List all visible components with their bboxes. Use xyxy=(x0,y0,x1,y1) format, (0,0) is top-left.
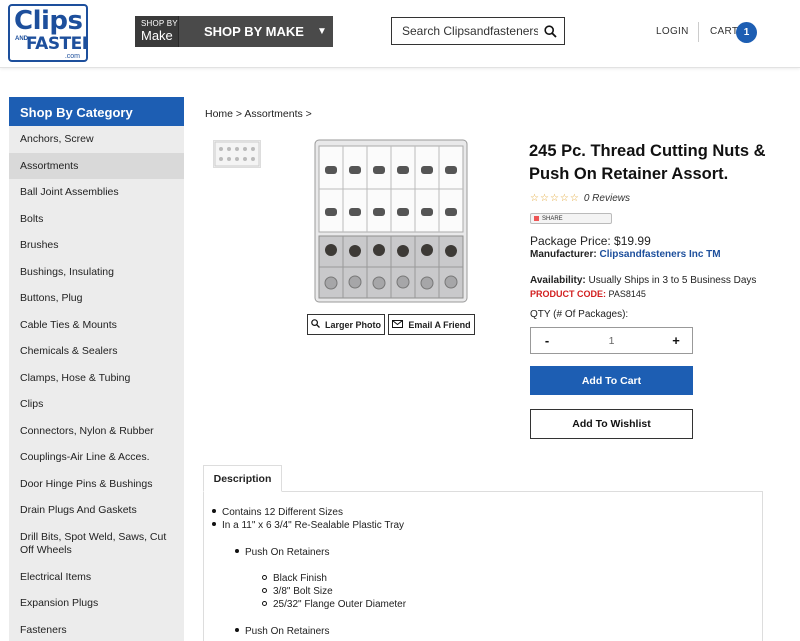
sidebar-item-door-hinge[interactable]: Door Hinge Pins & Bushings xyxy=(9,471,184,498)
breadcrumb[interactable]: Home > Assortments > xyxy=(205,108,312,120)
cart-count-badge[interactable]: 1 xyxy=(736,22,757,43)
larger-photo-button[interactable]: Larger Photo xyxy=(307,314,385,335)
manufacturer-link[interactable]: Clipsandfasteners Inc TM xyxy=(599,249,720,260)
decrease-quantity-button[interactable]: - xyxy=(531,333,563,348)
product-code-label: PRODUCT CODE: xyxy=(530,289,606,299)
sidebar-item-fasteners[interactable]: Fasteners xyxy=(9,617,184,641)
list-item-text: Push On Retainers xyxy=(245,547,330,558)
star-icon: ☆ xyxy=(539,193,549,204)
star-icon: ☆ xyxy=(569,193,579,204)
shop-by-make-dropdown[interactable]: SHOP BY Make SHOP BY MAKE ▼ xyxy=(135,16,333,47)
envelope-icon xyxy=(392,319,404,330)
quantity-label: QTY (# Of Packages): xyxy=(530,309,629,320)
list-item: Push On Retainers xyxy=(235,626,330,637)
star-icon: ☆ xyxy=(530,193,539,204)
search-input[interactable] xyxy=(392,24,538,38)
rating-stars[interactable]: ☆ ☆ ☆ ☆ ☆ 0 Reviews xyxy=(530,193,630,204)
sidebar-item-connectors[interactable]: Connectors, Nylon & Rubber xyxy=(9,418,184,445)
availability-label: Availability: xyxy=(530,275,586,286)
logo-text-fasteners: FASTENERS xyxy=(26,34,86,54)
list-item-text: Black Finish xyxy=(273,573,327,584)
logo-text: Clips xyxy=(14,6,83,36)
sidebar-item-drain-plugs[interactable]: Drain Plugs And Gaskets xyxy=(9,497,184,524)
package-price: Package Price: $19.99 xyxy=(530,234,651,248)
availability: Availability: Usually Ships in 3 to 5 Bu… xyxy=(530,275,756,286)
list-item-text: In a 11" x 6 3/4" Re-Sealable Plastic Tr… xyxy=(222,520,405,531)
email-friend-label: Email A Friend xyxy=(408,319,471,330)
list-item: Contains 12 Different Sizes xyxy=(212,507,343,518)
share-icon xyxy=(534,216,539,221)
category-sidebar: Shop By Category Anchors, Screw Assortme… xyxy=(9,97,184,641)
share-button[interactable]: SHARE xyxy=(530,213,612,224)
shop-by-text: SHOP BY xyxy=(141,19,178,28)
sidebar-item-ball-joint[interactable]: Ball Joint Assemblies xyxy=(9,179,184,206)
sidebar-item-cable-ties[interactable]: Cable Ties & Mounts xyxy=(9,312,184,339)
manufacturer-label: Manufacturer: xyxy=(530,249,597,260)
manufacturer: Manufacturer: Clipsandfasteners Inc TM xyxy=(530,249,721,260)
add-to-wishlist-button[interactable]: Add To Wishlist xyxy=(530,409,693,439)
list-item-text: Push On Retainers xyxy=(245,626,330,637)
quantity-stepper: - 1 + xyxy=(530,327,693,354)
search-box xyxy=(391,17,565,45)
list-item: In a 11" x 6 3/4" Re-Sealable Plastic Tr… xyxy=(212,520,404,531)
sidebar-item-drill-bits[interactable]: Drill Bits, Spot Weld, Saws, Cut Off Whe… xyxy=(9,524,184,564)
header-divider xyxy=(698,22,699,42)
sidebar-item-bushings[interactable]: Bushings, Insulating xyxy=(9,259,184,286)
reviews-link[interactable]: 0 Reviews xyxy=(584,193,630,204)
list-item-text: 25/32" Flange Outer Diameter xyxy=(273,599,407,610)
sidebar-item-anchors[interactable]: Anchors, Screw xyxy=(9,126,184,153)
sidebar-item-assortments[interactable]: Assortments xyxy=(9,152,184,179)
site-header: Clips AND FASTENERS .com SHOP BY Make SH… xyxy=(0,0,800,68)
product-thumbnail[interactable] xyxy=(213,140,261,168)
sidebar-title: Shop By Category xyxy=(9,97,184,126)
shop-by-small-label: SHOP BY Make xyxy=(135,16,179,47)
list-item: 3/8" Bolt Size xyxy=(262,586,333,597)
email-friend-button[interactable]: Email A Friend xyxy=(388,314,475,335)
product-main-image[interactable] xyxy=(313,138,469,304)
sidebar-item-clamps[interactable]: Clamps, Hose & Tubing xyxy=(9,365,184,392)
make-text: Make xyxy=(141,28,173,43)
availability-value: Usually Ships in 3 to 5 Business Days xyxy=(588,275,757,286)
list-item: Black Finish xyxy=(262,573,327,584)
add-to-cart-button[interactable]: Add To Cart xyxy=(530,366,693,395)
list-item-text: 3/8" Bolt Size xyxy=(273,586,333,597)
sidebar-item-clips[interactable]: Clips xyxy=(9,391,184,418)
product-code-value: PAS8145 xyxy=(608,289,646,299)
logo-text-com: .com xyxy=(64,53,80,60)
larger-photo-label: Larger Photo xyxy=(324,319,381,330)
shop-by-make-label: SHOP BY MAKE xyxy=(204,24,304,39)
sidebar-item-expansion-plugs[interactable]: Expansion Plugs xyxy=(9,590,184,617)
increase-quantity-button[interactable]: + xyxy=(660,333,692,348)
sidebar-item-bolts[interactable]: Bolts xyxy=(9,206,184,233)
list-item: Push On Retainers xyxy=(235,547,330,558)
share-label: SHARE xyxy=(542,215,563,222)
list-item-text: Contains 12 Different Sizes xyxy=(222,507,343,518)
list-item: 25/32" Flange Outer Diameter xyxy=(262,599,406,610)
cart-link[interactable]: CART xyxy=(710,26,738,37)
login-link[interactable]: LOGIN xyxy=(656,26,689,37)
sidebar-item-electrical[interactable]: Electrical Items xyxy=(9,564,184,591)
star-icon: ☆ xyxy=(549,193,559,204)
sidebar-item-couplings[interactable]: Couplings-Air Line & Acces. xyxy=(9,444,184,471)
search-icon[interactable] xyxy=(538,24,562,38)
product-code: PRODUCT CODE: PAS8145 xyxy=(530,289,646,299)
sidebar-item-brushes[interactable]: Brushes xyxy=(9,232,184,259)
site-logo[interactable]: Clips AND FASTENERS .com xyxy=(8,4,88,62)
sidebar-item-buttons[interactable]: Buttons, Plug xyxy=(9,285,184,312)
sidebar-item-chemicals[interactable]: Chemicals & Sealers xyxy=(9,338,184,365)
caret-down-icon: ▼ xyxy=(317,26,327,37)
star-icon: ☆ xyxy=(559,193,569,204)
quantity-input[interactable]: 1 xyxy=(563,335,660,347)
product-title: 245 Pc. Thread Cutting Nuts & Push On Re… xyxy=(529,142,766,183)
tab-description[interactable]: Description xyxy=(203,465,282,492)
zoom-icon xyxy=(311,319,320,330)
